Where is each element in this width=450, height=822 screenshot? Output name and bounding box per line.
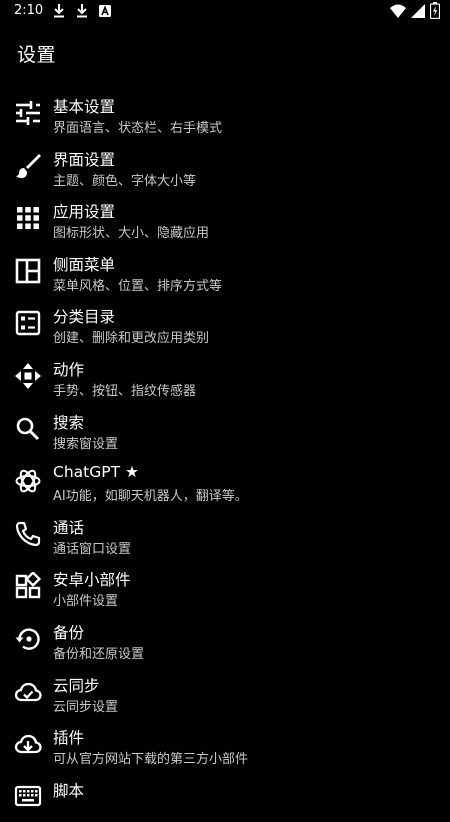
menu-item-subtitle: 可从官方网站下载的第三方小部件 — [53, 752, 249, 768]
menu-item-title: 插件 — [53, 729, 85, 748]
menu-item-title: 脚本 — [53, 781, 85, 800]
signal-icon — [411, 3, 425, 22]
menu-item-calls[interactable]: 通话 通话窗口设置 — [0, 507, 450, 560]
menu-item-apps[interactable]: 应用设置 图标形状、大小、隐藏应用 — [0, 191, 450, 244]
status-bar: 2:10 — [0, 0, 450, 24]
menu-item-subtitle: 备份和还原设置 — [53, 646, 145, 662]
page-title: 设置 — [17, 44, 57, 66]
menu-item-actions[interactable]: 动作 手势、按钮、指纹传感器 — [0, 349, 450, 402]
menu-item-subtitle: 主题、颜色、字体大小等 — [53, 173, 197, 189]
download-icon — [52, 3, 66, 19]
status-icons — [390, 1, 441, 23]
cloud-sync-icon — [14, 678, 42, 706]
menu-item-subtitle: 菜单风格、位置、排序方式等 — [53, 278, 223, 294]
menu-item-widgets[interactable]: 安卓小部件 小部件设置 — [0, 559, 450, 612]
backup-restore-icon — [14, 625, 42, 653]
move-arrows-icon — [14, 362, 42, 390]
menu-item-side-menu[interactable]: 侧面菜单 菜单风格、位置、排序方式等 — [0, 244, 450, 297]
menu-item-title: 分类目录 — [53, 308, 116, 327]
brush-icon — [14, 152, 42, 180]
menu-item-title: 侧面菜单 — [53, 255, 116, 274]
menu-item-backup[interactable]: 备份 备份和还原设置 — [0, 612, 450, 665]
menu-item-cloud-sync[interactable]: 云同步 云同步设置 — [0, 665, 450, 718]
menu-item-title: 应用设置 — [53, 203, 116, 222]
menu-item-chatgpt[interactable]: ChatGPT ★ AI功能，如聊天机器人，翻译等。 — [0, 454, 450, 507]
settings-list: 基本设置 界面语言、状态栏、右手模式 界面设置 主题、颜色、字体大小等 应用设置… — [0, 86, 450, 822]
menu-item-subtitle: AI功能，如聊天机器人，翻译等。 — [53, 489, 248, 505]
status-time: 2:10 — [14, 3, 44, 18]
menu-item-subtitle: 搜索窗设置 — [53, 436, 119, 452]
category-list-icon — [14, 309, 42, 337]
battery-icon — [429, 1, 441, 23]
menu-item-scripts[interactable]: 脚本 — [0, 770, 450, 822]
menu-item-title: 安卓小部件 — [53, 571, 131, 590]
menu-item-subtitle: 界面语言、状态栏、右手模式 — [53, 121, 223, 136]
menu-item-subtitle: 通话窗口设置 — [53, 541, 132, 557]
widgets-icon — [14, 572, 42, 600]
menu-item-title: 搜索 — [53, 413, 85, 432]
menu-item-subtitle: 图标形状、大小、隐藏应用 — [53, 226, 210, 242]
cloud-download-icon — [14, 730, 42, 758]
keyboard-icon — [14, 783, 42, 811]
menu-item-interface[interactable]: 界面设置 主题、颜色、字体大小等 — [0, 139, 450, 192]
menu-item-title: 通话 — [53, 518, 85, 537]
sliders-icon — [14, 99, 42, 127]
menu-item-plugins[interactable]: 插件 可从官方网站下载的第三方小部件 — [0, 717, 450, 770]
a-badge-icon — [98, 3, 112, 19]
menu-item-title: 界面设置 — [53, 150, 116, 169]
menu-item-title: 云同步 — [53, 676, 100, 695]
download-icon — [75, 3, 89, 19]
search-icon — [14, 415, 42, 443]
chatgpt-icon — [14, 467, 42, 495]
menu-item-subtitle: 创建、删除和更改应用类别 — [53, 331, 210, 347]
phone-icon — [14, 520, 42, 548]
wifi-icon — [390, 3, 406, 22]
menu-item-subtitle: 手势、按钮、指纹传感器 — [53, 383, 197, 399]
menu-item-basic[interactable]: 基本设置 界面语言、状态栏、右手模式 — [0, 86, 450, 139]
menu-item-title: ChatGPT ★ — [53, 463, 139, 482]
menu-item-subtitle: 云同步设置 — [53, 699, 119, 715]
menu-item-title: 动作 — [53, 360, 85, 379]
grid-icon — [14, 204, 42, 232]
side-panel-icon — [14, 257, 42, 285]
menu-item-subtitle: 小部件设置 — [53, 594, 119, 610]
menu-item-title: 基本设置 — [53, 98, 116, 116]
menu-item-categories[interactable]: 分类目录 创建、删除和更改应用类别 — [0, 296, 450, 349]
menu-item-title: 备份 — [53, 623, 85, 642]
menu-item-search[interactable]: 搜索 搜索窗设置 — [0, 402, 450, 455]
